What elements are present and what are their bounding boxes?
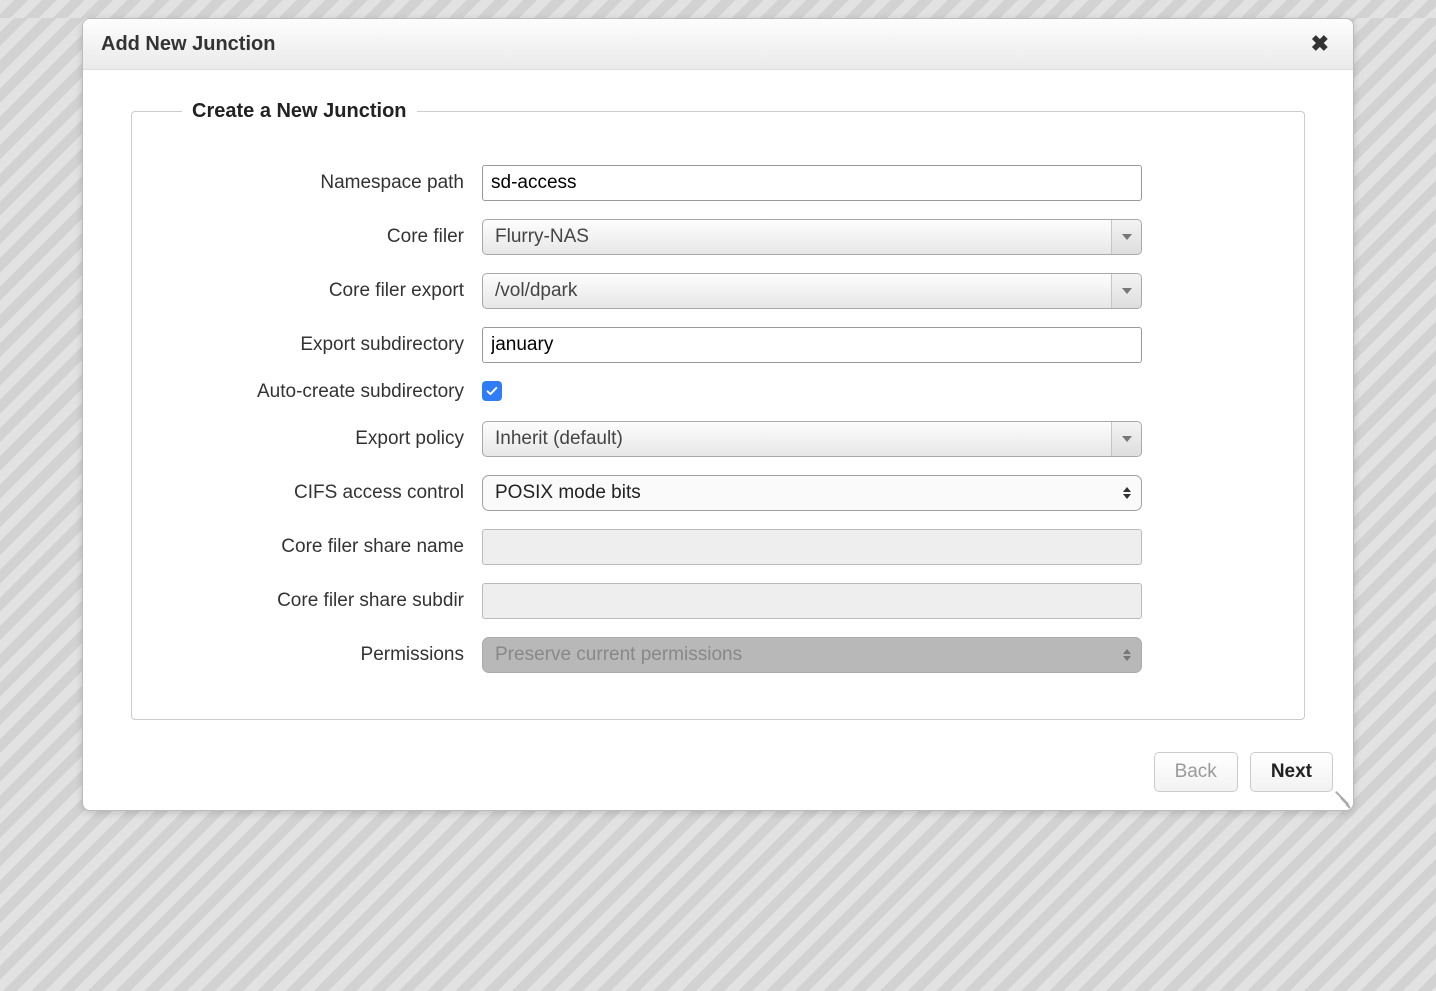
label-share-subdir: Core filer share subdir — [182, 590, 482, 612]
row-export-policy: Export policy Inherit (default) — [182, 421, 1254, 457]
row-permissions: Permissions Preserve current permissions — [182, 637, 1254, 673]
label-auto-create-subdir: Auto-create subdirectory — [182, 381, 482, 403]
label-share-name: Core filer share name — [182, 536, 482, 558]
row-share-name: Core filer share name — [182, 529, 1254, 565]
back-button[interactable]: Back — [1154, 752, 1238, 792]
label-namespace-path: Namespace path — [182, 172, 482, 194]
auto-create-subdir-checkbox[interactable] — [482, 381, 502, 401]
row-cifs-access-control: CIFS access control POSIX mode bits — [182, 475, 1254, 511]
updown-icon — [1123, 638, 1131, 672]
dialog-titlebar: Add New Junction ✖ — [83, 19, 1353, 70]
dialog-title: Add New Junction — [101, 33, 275, 56]
core-filer-value: Flurry-NAS — [495, 226, 589, 248]
close-icon[interactable]: ✖ — [1305, 29, 1335, 59]
row-auto-create-subdir: Auto-create subdirectory — [182, 381, 1254, 403]
label-cifs-access-control: CIFS access control — [182, 482, 482, 504]
label-core-filer: Core filer — [182, 226, 482, 248]
add-junction-dialog: Add New Junction ✖ Create a New Junction… — [82, 18, 1354, 811]
export-subdir-input[interactable] — [482, 327, 1142, 363]
updown-icon — [1123, 476, 1131, 510]
check-icon — [485, 384, 499, 398]
label-export-subdir: Export subdirectory — [182, 334, 482, 356]
create-junction-group: Create a New Junction Namespace path Cor… — [131, 100, 1305, 720]
share-name-input — [482, 529, 1142, 565]
export-policy-value: Inherit (default) — [495, 428, 623, 450]
group-legend: Create a New Junction — [182, 100, 417, 123]
label-core-filer-export: Core filer export — [182, 280, 482, 302]
label-permissions: Permissions — [182, 644, 482, 666]
dialog-footer: Back Next — [83, 736, 1353, 810]
core-filer-export-select[interactable]: /vol/dpark — [482, 273, 1142, 309]
permissions-select: Preserve current permissions — [482, 637, 1142, 673]
core-filer-select[interactable]: Flurry-NAS — [482, 219, 1142, 255]
label-export-policy: Export policy — [182, 428, 482, 450]
dialog-body: Create a New Junction Namespace path Cor… — [83, 70, 1353, 736]
row-core-filer-export: Core filer export /vol/dpark — [182, 273, 1254, 309]
cifs-access-control-select[interactable]: POSIX mode bits — [482, 475, 1142, 511]
row-export-subdir: Export subdirectory — [182, 327, 1254, 363]
cifs-access-control-value: POSIX mode bits — [495, 482, 641, 504]
export-policy-select[interactable]: Inherit (default) — [482, 421, 1142, 457]
chevron-down-icon — [1111, 220, 1141, 254]
row-share-subdir: Core filer share subdir — [182, 583, 1254, 619]
row-core-filer: Core filer Flurry-NAS — [182, 219, 1254, 255]
row-namespace-path: Namespace path — [182, 165, 1254, 201]
namespace-path-input[interactable] — [482, 165, 1142, 201]
next-button[interactable]: Next — [1250, 752, 1333, 792]
share-subdir-input — [482, 583, 1142, 619]
core-filer-export-value: /vol/dpark — [495, 280, 577, 302]
chevron-down-icon — [1111, 274, 1141, 308]
chevron-down-icon — [1111, 422, 1141, 456]
permissions-value: Preserve current permissions — [495, 644, 742, 666]
